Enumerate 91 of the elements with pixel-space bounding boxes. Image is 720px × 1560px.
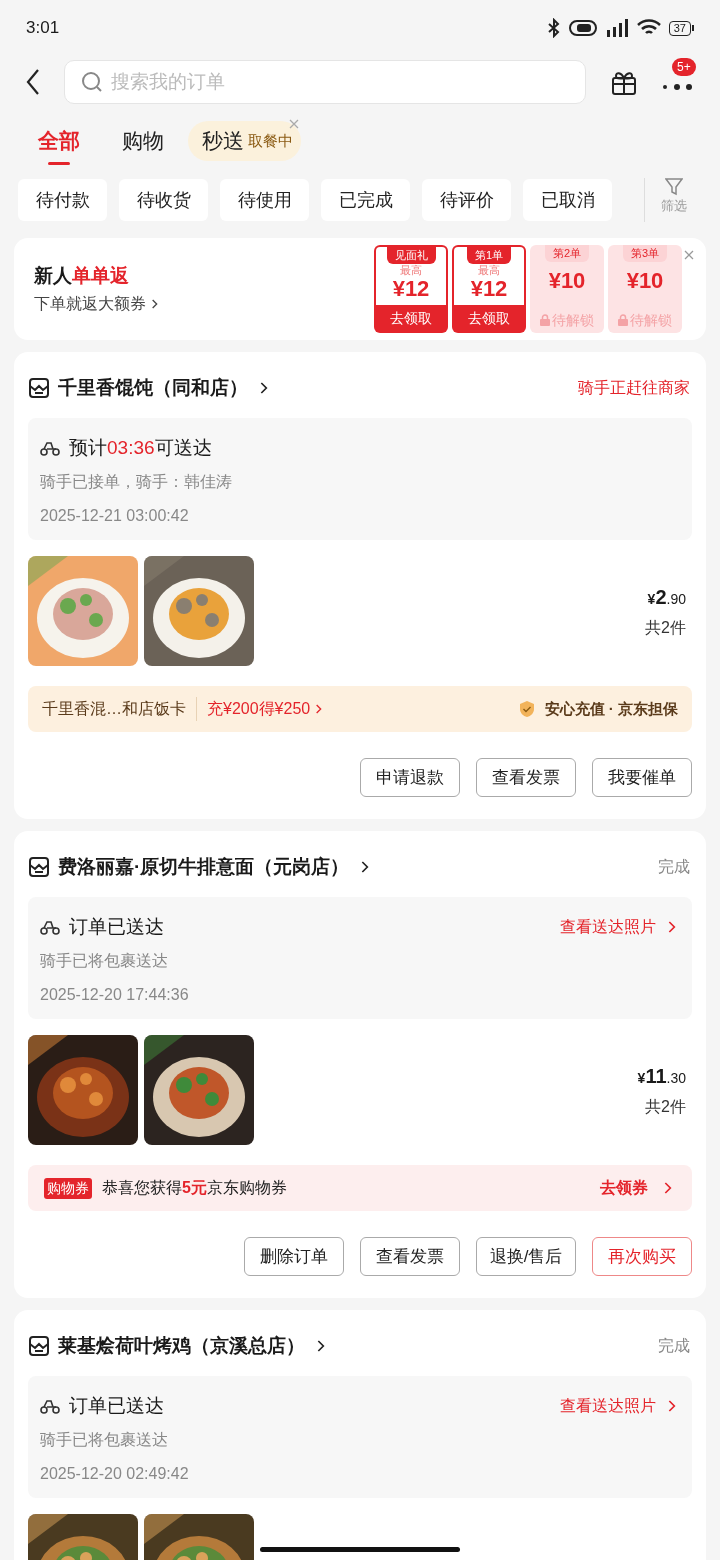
store-name[interactable]: 费洛丽嘉·原切牛排意面（元岗店） (58, 852, 370, 882)
delivery-title: 订单已送达 (69, 914, 164, 939)
store-icon (28, 1335, 50, 1357)
coupon-amount: ¥12 (470, 275, 508, 302)
coupon-amount: ¥12 (392, 275, 430, 302)
coupon[interactable]: 第2单 ¥10 待解锁 (530, 245, 604, 333)
order-price: ¥2.90 (647, 585, 686, 610)
delivery-title: 预计03:36可送达 (69, 435, 212, 460)
coupon-caption: 最高 (400, 263, 422, 276)
item-count: 共2件 (645, 618, 686, 638)
order-status: 完成 (658, 857, 690, 877)
search-input[interactable]: 搜索我的订单 (111, 61, 569, 103)
shield-icon (518, 700, 535, 718)
store-name[interactable]: 千里香馄饨（同和店） (58, 373, 268, 403)
coupon-action: 去领取 (468, 308, 510, 328)
close-icon[interactable] (684, 250, 694, 260)
coupon[interactable]: 见面礼 最高 ¥12 去领取 (374, 245, 448, 333)
battery-indicator: 37 (668, 20, 691, 36)
search-field[interactable]: 搜索我的订单 (64, 60, 586, 104)
coupon[interactable]: 第3单 ¥10 待解锁 (608, 245, 682, 333)
tab[interactable]: 秒送 取餐中 (188, 121, 301, 161)
claim-coupon-link[interactable]: 去领券 (600, 1176, 676, 1200)
tab[interactable]: 全部 (38, 115, 80, 167)
coupon-header: 第3单 (622, 245, 668, 262)
chevron-icon (314, 703, 323, 715)
coupon-header: 见面礼 (386, 247, 436, 264)
coupon-action: 待解锁 (552, 310, 594, 330)
more-icon[interactable] (662, 82, 692, 92)
promo-title: 新人单单返 (34, 263, 130, 288)
store-icon (28, 856, 50, 878)
order-action-button[interactable]: 我要催单 (592, 758, 692, 797)
status-time: 3:01 (26, 17, 60, 40)
chevron-icon (662, 1181, 672, 1195)
coupon[interactable]: 第1单 最高 ¥12 去领取 (452, 245, 526, 333)
back-icon[interactable] (26, 68, 40, 96)
funnel-icon (665, 178, 683, 196)
coupon-amount: ¥10 (548, 267, 586, 294)
coupon-message: 恭喜您获得5元京东购物券 (102, 1178, 287, 1198)
chevron-icon (359, 860, 370, 874)
coupon-amount: ¥10 (626, 267, 664, 294)
order-timestamp: 2025-12-21 03:00:42 (40, 506, 190, 526)
filter-chip[interactable]: 待收货 (119, 179, 208, 221)
coupon-action: 去领取 (390, 308, 432, 328)
guarantee-label: 安心充值 · 京东担保 (544, 698, 678, 719)
delivery-title: 订单已送达 (69, 1393, 164, 1418)
store-icon (28, 377, 50, 399)
coupon-header: 第2单 (544, 245, 590, 262)
order-action-button[interactable]: 申请退款 (360, 758, 460, 797)
order-action-button[interactable]: 退换/售后 (476, 1237, 576, 1276)
item-count: 共2件 (645, 1097, 686, 1117)
order-action-button[interactable]: 删除订单 (244, 1237, 344, 1276)
coupon-header: 第1单 (466, 247, 512, 264)
tab[interactable]: 购物 (122, 115, 164, 167)
search-icon (81, 71, 103, 93)
order-timestamp: 2025-12-20 17:44:36 (40, 985, 190, 1005)
order-status: 骑手正赶往商家 (578, 378, 690, 398)
delivery-detail: 骑手已将包裹送达 (40, 1430, 169, 1450)
order-price: ¥11.30 (637, 1064, 686, 1089)
filter-chip[interactable]: 已完成 (321, 179, 410, 221)
coupon-action: 待解锁 (630, 310, 672, 330)
delivery-photo-link[interactable]: 查看送达照片 (560, 915, 676, 939)
notification-badge: 5+ (672, 58, 696, 76)
bluetooth-icon (546, 18, 561, 38)
recharge-offer-link[interactable]: 充¥200得¥250 (207, 697, 323, 721)
store-name[interactable]: 莱基烩荷叶烤鸡（京溪总店） (58, 1331, 325, 1361)
chevron-icon (666, 920, 676, 934)
signal-icon (604, 18, 629, 38)
delivery-detail: 骑手已接单，骑手：韩佳涛 (40, 472, 233, 492)
order-action-button[interactable]: 再次购买 (592, 1237, 692, 1276)
coupon-tag: 购物券 (44, 1177, 92, 1199)
promo-subtitle[interactable]: 下单就返大额券 (34, 292, 146, 317)
lock-icon (540, 314, 550, 326)
lock-icon (618, 314, 628, 326)
filter-chip[interactable]: 待使用 (220, 179, 309, 221)
order-action-button[interactable]: 查看发票 (476, 758, 576, 797)
delivery-detail: 骑手已将包裹送达 (40, 951, 169, 971)
chevron-icon (150, 298, 158, 311)
chevron-icon (315, 1339, 325, 1353)
order-timestamp: 2025-12-20 02:49:42 (40, 1464, 190, 1484)
chevron-icon (258, 381, 268, 395)
toggle-icon (568, 20, 597, 36)
card-name: 千里香混…和店饭卡 (42, 697, 197, 721)
tab-status-tag: 取餐中 (248, 129, 293, 153)
chevron-icon (666, 1399, 676, 1413)
order-status: 完成 (658, 1336, 690, 1356)
filter-chip[interactable]: 待付款 (18, 179, 107, 221)
filter-chip[interactable]: 待评价 (422, 179, 511, 221)
coupon-caption: 最高 (478, 263, 500, 276)
order-action-button[interactable]: 查看发票 (360, 1237, 460, 1276)
filter-chip[interactable]: 已取消 (523, 179, 612, 221)
delivery-photo-link[interactable]: 查看送达照片 (560, 1394, 676, 1418)
